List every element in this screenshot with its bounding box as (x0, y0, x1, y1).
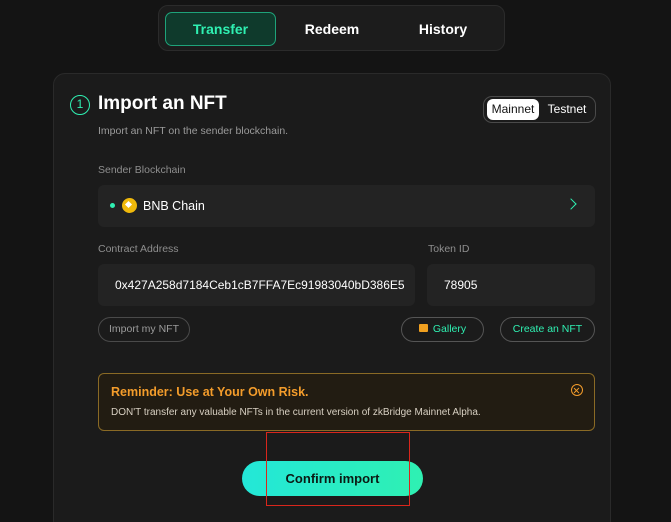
contract-address-label: Contract Address (98, 243, 179, 255)
token-id-input[interactable]: 78905 (427, 264, 595, 306)
card-title: Import an NFT (98, 93, 227, 114)
sender-blockchain-label: Sender Blockchain (98, 164, 186, 176)
risk-reminder-banner: Reminder: Use at Your Own Risk. DON'T tr… (98, 373, 595, 431)
import-nft-card: 1 Import an NFT Import an NFT on the sen… (53, 73, 611, 522)
import-my-nft-button[interactable]: Import my NFT (98, 317, 190, 342)
token-id-value: 78905 (444, 278, 478, 292)
network-option-mainnet[interactable]: Mainnet (487, 99, 539, 120)
gallery-button[interactable]: Gallery (401, 317, 484, 342)
gallery-label: Gallery (432, 323, 467, 335)
gift-icon (418, 324, 428, 332)
sender-blockchain-value: BNB Chain (143, 199, 205, 213)
contract-address-input[interactable]: 0x427A258d7184Ceb1cB7FFA7Ec91983040bD386… (98, 264, 415, 306)
network-option-testnet[interactable]: Testnet (541, 99, 593, 120)
contract-address-value: 0x427A258d7184Ceb1cB7FFA7Ec91983040bD386… (115, 278, 405, 292)
sender-blockchain-select[interactable]: BNB Chain (98, 185, 595, 227)
card-subtitle: Import an NFT on the sender blockchain. (98, 125, 289, 137)
network-toggle: Mainnet Testnet (483, 96, 596, 123)
chevron-right-icon (565, 198, 577, 210)
tab-history[interactable]: History (388, 12, 498, 46)
bnb-chain-logo-icon (122, 198, 137, 213)
reminder-text: DON'T transfer any valuable NFTs in the … (111, 407, 481, 418)
reminder-title: Reminder: Use at Your Own Risk. (111, 385, 309, 399)
confirm-import-button[interactable]: Confirm import (242, 461, 423, 496)
top-tab-bar: Transfer Redeem History (158, 5, 505, 51)
close-icon[interactable] (571, 384, 583, 396)
tab-redeem[interactable]: Redeem (277, 12, 387, 46)
create-nft-button[interactable]: Create an NFT (500, 317, 595, 342)
token-id-label: Token ID (428, 243, 470, 255)
step-number-badge: 1 (70, 95, 90, 115)
tab-transfer[interactable]: Transfer (165, 12, 276, 46)
status-dot-icon (110, 203, 115, 208)
